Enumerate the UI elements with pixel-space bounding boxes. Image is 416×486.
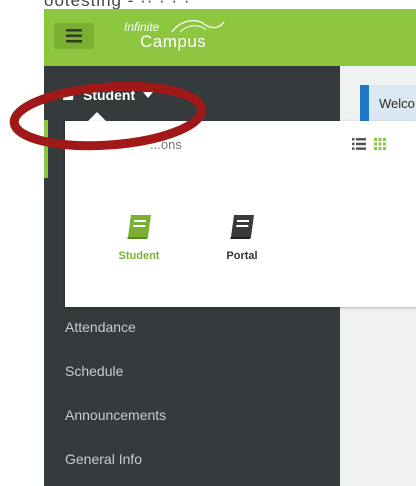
- sidebar-item-attendance[interactable]: Attendance: [65, 319, 136, 335]
- list-view-icon: [352, 138, 366, 150]
- app-switcher-toggle[interactable]: Student: [62, 84, 154, 106]
- welcome-banner: Welco: [360, 85, 416, 121]
- app-tile-student[interactable]: Student: [104, 214, 174, 262]
- infinite-campus-logo: Infinite Campus: [124, 18, 234, 54]
- welcome-text: Welco: [379, 96, 415, 111]
- caret-down-icon: [143, 92, 154, 98]
- sidebar-item-announcements[interactable]: Announcements: [65, 407, 166, 423]
- logo-line-2: Campus: [140, 32, 207, 51]
- grid-view-icon: [374, 138, 386, 150]
- app-tile-label: Student: [118, 250, 160, 262]
- book-icon: [127, 215, 151, 239]
- hamburger-button[interactable]: [54, 23, 94, 49]
- dropdown-label: ...ons: [150, 137, 182, 152]
- grid-view-button[interactable]: [374, 137, 386, 155]
- caption-fragment: ootesting - ·· · · ·: [44, 0, 416, 9]
- sidebar-active-indicator: [44, 120, 48, 178]
- dropdown-pointer: [88, 112, 106, 121]
- app-tile-label: Portal: [226, 250, 258, 262]
- book-icon: [63, 89, 74, 100]
- book-icon: [230, 215, 254, 239]
- hamburger-icon: [66, 29, 82, 43]
- sidebar-item-schedule[interactable]: Schedule: [65, 363, 123, 379]
- app-switcher-label: Student: [83, 87, 136, 103]
- list-view-button[interactable]: [352, 137, 366, 155]
- sidebar-item-general-info[interactable]: General Info: [65, 451, 142, 467]
- app-tile-portal[interactable]: Portal: [207, 214, 277, 262]
